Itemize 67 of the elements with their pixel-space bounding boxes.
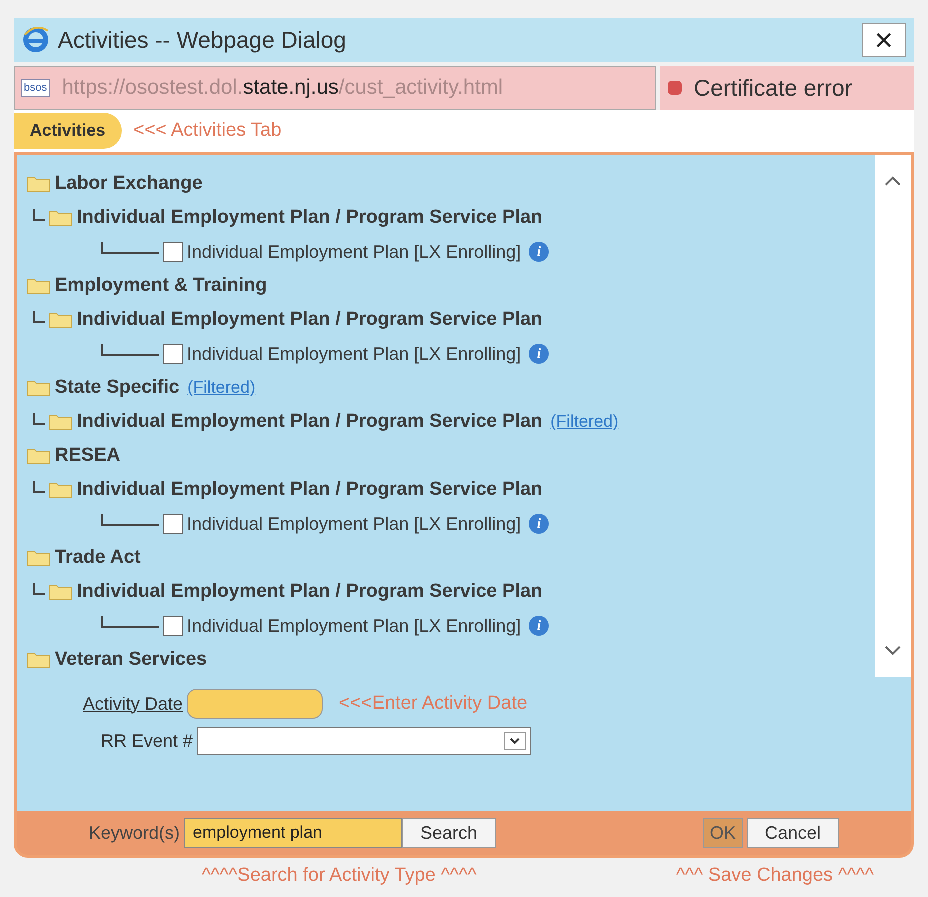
folder-icon: [27, 379, 51, 397]
footer-annotation: ^^^^Search for Activity Type ^^^^: [202, 864, 477, 888]
plan-folder-label[interactable]: Individual Employment Plan / Program Service Plan: [77, 204, 543, 232]
folder-icon: [49, 311, 73, 329]
category-label[interactable]: Labor Exchange: [55, 170, 203, 198]
folder-icon: [27, 447, 51, 465]
plan-folder-label[interactable]: Individual Employment Plan / Program Service Plan: [77, 306, 543, 334]
folder-icon: [27, 651, 51, 669]
activity-checkbox[interactable]: [163, 616, 183, 636]
info-icon[interactable]: i: [529, 514, 550, 534]
rr-event-label: RR Event #: [101, 730, 194, 752]
tree-connector: [33, 311, 45, 323]
cancel-button[interactable]: Cancel: [747, 818, 839, 848]
activities-tab[interactable]: Activities: [14, 113, 122, 149]
activity-date-field[interactable]: [187, 689, 324, 719]
folder-icon: [49, 209, 73, 227]
activity-date-label: Activity Date: [83, 692, 184, 716]
address-bar[interactable]: bsos https://osostest.dol.state.nj.us/cust_activity.html: [14, 66, 656, 110]
footer-annotation: ^^^ Save Changes ^^^^: [676, 864, 874, 888]
error-icon: [668, 81, 682, 95]
activity-checkbox[interactable]: [163, 344, 183, 364]
folder-icon: [27, 175, 51, 193]
activity-checkbox[interactable]: [163, 242, 183, 262]
tree-connector: [33, 583, 45, 595]
browser-logo-icon: [22, 27, 50, 53]
tree-connector: [33, 413, 45, 425]
tree-connector: [101, 242, 159, 254]
certificate-error-button[interactable]: Certificate error: [660, 66, 914, 110]
activity-label[interactable]: Individual Employment Plan [LX Enrolling]: [187, 612, 522, 640]
url-text: https://osostest.dol.state.nj.us/cust_activity.html: [62, 75, 504, 102]
rr-event-dropdown[interactable]: [197, 727, 532, 755]
activity-label[interactable]: Individual Employment Plan [LX Enrolling]: [187, 510, 522, 538]
tree-connector: [101, 514, 159, 526]
info-icon[interactable]: i: [529, 616, 550, 636]
tree-connector: [101, 344, 159, 356]
plan-folder-label[interactable]: Individual Employment Plan / Program Service Plan: [77, 408, 543, 436]
category-label[interactable]: Employment & Training: [55, 272, 268, 300]
folder-icon: [27, 549, 51, 567]
category-label[interactable]: Trade Act: [55, 544, 141, 572]
category-label[interactable]: RESEA: [55, 442, 120, 470]
keyword-field[interactable]: employment plan: [184, 818, 402, 848]
category-label[interactable]: State Specific: [55, 374, 180, 402]
tab-annotation: <<< Activities Tab: [134, 118, 282, 143]
keyword-label: Keyword(s): [89, 822, 180, 845]
date-annotation: <<<Enter Activity Date: [339, 692, 528, 716]
tree-connector: [33, 481, 45, 493]
info-icon[interactable]: i: [529, 242, 550, 262]
scroll-down-icon[interactable]: [884, 645, 902, 657]
site-badge: bsos: [21, 78, 50, 98]
info-icon[interactable]: i: [529, 344, 550, 364]
dropdown-caret-icon: [504, 732, 526, 750]
window-title: Activities -- Webpage Dialog: [58, 26, 348, 55]
tree-connector: [101, 616, 159, 628]
activity-label[interactable]: Individual Employment Plan [LX Enrolling]: [187, 340, 522, 368]
folder-icon: [49, 583, 73, 601]
category-label[interactable]: Veteran Services: [55, 646, 208, 674]
activity-label[interactable]: Individual Employment Plan [LX Enrolling]: [187, 238, 522, 266]
search-button[interactable]: Search: [402, 818, 496, 848]
activity-checkbox[interactable]: [163, 514, 183, 534]
plan-folder-label[interactable]: Individual Employment Plan / Program Service Plan: [77, 578, 543, 606]
folder-icon: [27, 277, 51, 295]
plan-folder-label[interactable]: Individual Employment Plan / Program Service Plan: [77, 476, 543, 504]
close-button[interactable]: ×: [862, 23, 906, 57]
scroll-up-icon[interactable]: [884, 175, 902, 187]
folder-icon: [49, 481, 73, 499]
tree-connector: [33, 209, 45, 221]
folder-icon: [49, 413, 73, 431]
